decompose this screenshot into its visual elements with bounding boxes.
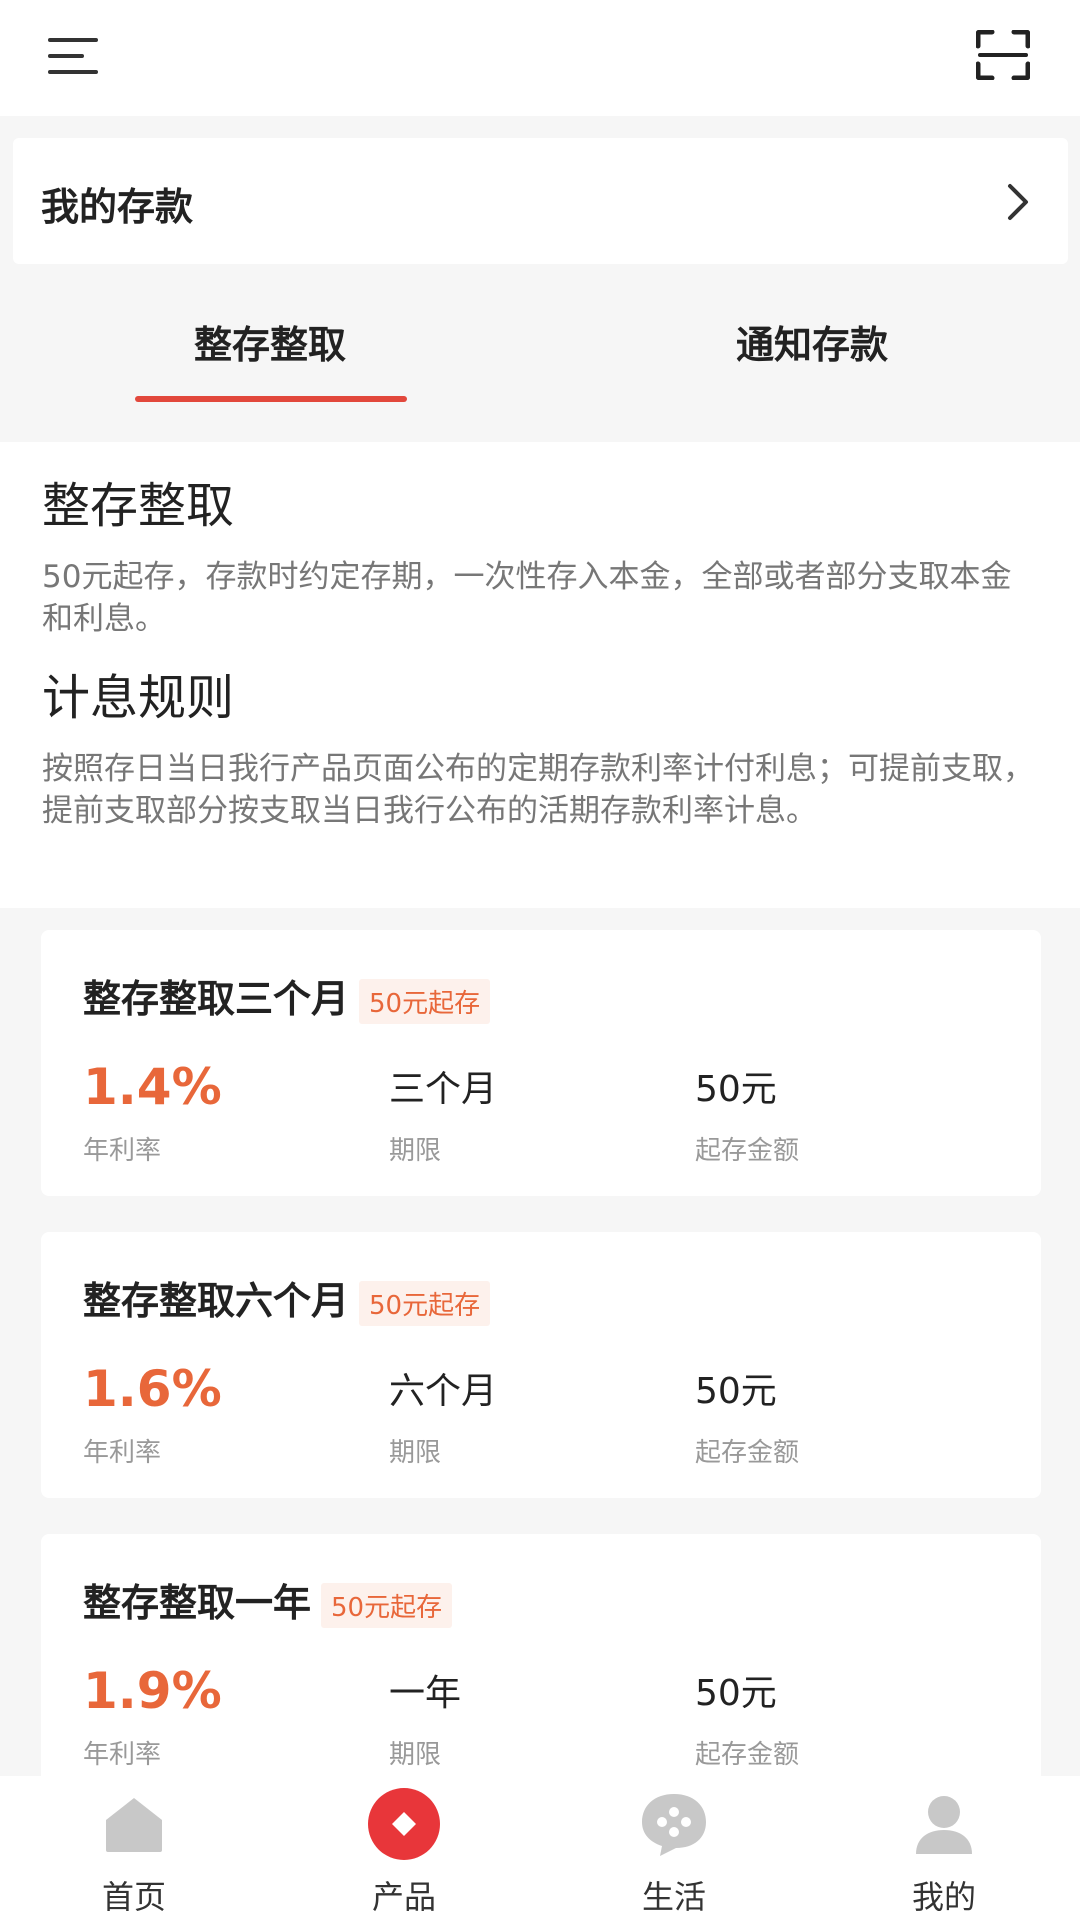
product-title: 整存整取六个月 50元起存 — [83, 1270, 491, 1326]
top-bar — [0, 0, 1080, 116]
nav-life-label: 生活 — [641, 1878, 706, 1916]
product-title: 整存整取一年 50元起存 — [83, 1572, 453, 1628]
rules-heading: 计息规则 — [42, 670, 235, 726]
tab-notice-deposit[interactable]: 通知存款 — [662, 314, 962, 369]
min-deposit-badge: 50元起存 — [321, 1583, 453, 1628]
chevron-right-icon — [1008, 184, 1028, 220]
nav-product[interactable]: 产品 — [304, 1776, 504, 1920]
tab-bar: 整存整取 通知存款 — [0, 266, 1080, 442]
term-value: 六个月 — [389, 1371, 498, 1412]
nav-mine[interactable]: 我的 — [844, 1776, 1044, 1920]
term-value: 三个月 — [389, 1069, 498, 1110]
product-title-text: 整存整取三个月 — [83, 977, 350, 1021]
product-icon — [368, 1788, 440, 1860]
product-title: 整存整取三个月 50元起存 — [83, 968, 491, 1024]
nav-home-label: 首页 — [101, 1878, 166, 1916]
annual-rate-label: 年利率 — [83, 1438, 162, 1468]
nav-product-label: 产品 — [371, 1878, 436, 1916]
term-label: 期限 — [389, 1136, 442, 1166]
home-icon — [106, 1798, 162, 1852]
intro-description: 50元起存，存款时约定存期，一次性存入本金，全部或者部分支取本金和利息。 — [42, 559, 1012, 637]
product-card[interactable]: 整存整取六个月 50元起存 1.6% 年利率 六个月 期限 50元 起存金额 — [41, 1232, 1041, 1498]
intro-section: 整存整取 50元起存，存款时约定存期，一次性存入本金，全部或者部分支取本金和利息… — [0, 442, 1080, 908]
my-deposit-row[interactable]: 我的存款 — [13, 138, 1068, 264]
annual-rate: 1.4% — [83, 1058, 222, 1116]
tab-fixed-deposit[interactable]: 整存整取 — [120, 314, 420, 369]
min-deposit-badge: 50元起存 — [359, 1281, 491, 1326]
nav-mine-label: 我的 — [911, 1878, 976, 1916]
active-tab-indicator — [135, 396, 407, 402]
annual-rate-label: 年利率 — [83, 1136, 162, 1166]
nav-life[interactable]: 生活 — [574, 1776, 774, 1920]
min-amount-label: 起存金额 — [695, 1740, 800, 1770]
nav-home[interactable]: 首页 — [34, 1776, 234, 1920]
annual-rate: 1.6% — [83, 1360, 222, 1418]
term-label: 期限 — [389, 1438, 442, 1468]
rules-text: 按照存日当日我行产品页面公布的定期存款利率计付利息；可提前支取，提前支取部分按支… — [42, 751, 1034, 829]
product-card[interactable]: 整存整取一年 50元起存 1.9% 年利率 一年 期限 50元 起存金额 — [41, 1534, 1041, 1800]
min-amount-value: 50元 — [695, 1371, 777, 1412]
term-value: 一年 — [389, 1673, 462, 1714]
annual-rate: 1.9% — [83, 1662, 222, 1720]
min-amount-value: 50元 — [695, 1673, 777, 1714]
intro-heading: 整存整取 — [42, 478, 235, 534]
my-deposit-label: 我的存款 — [41, 185, 194, 229]
bottom-nav: 首页 产品 生活 我的 — [0, 1776, 1080, 1920]
product-card[interactable]: 整存整取三个月 50元起存 1.4% 年利率 三个月 期限 50元 起存金额 — [41, 930, 1041, 1196]
product-title-text: 整存整取六个月 — [83, 1279, 350, 1323]
user-icon — [916, 1796, 972, 1854]
min-deposit-badge: 50元起存 — [359, 979, 491, 1024]
life-icon — [642, 1794, 706, 1856]
term-label: 期限 — [389, 1740, 442, 1770]
min-amount-value: 50元 — [695, 1069, 777, 1110]
annual-rate-label: 年利率 — [83, 1740, 162, 1770]
product-title-text: 整存整取一年 — [83, 1581, 312, 1625]
scan-icon[interactable] — [976, 30, 1030, 80]
min-amount-label: 起存金额 — [695, 1136, 800, 1166]
menu-icon[interactable] — [48, 34, 100, 78]
min-amount-label: 起存金额 — [695, 1438, 800, 1468]
